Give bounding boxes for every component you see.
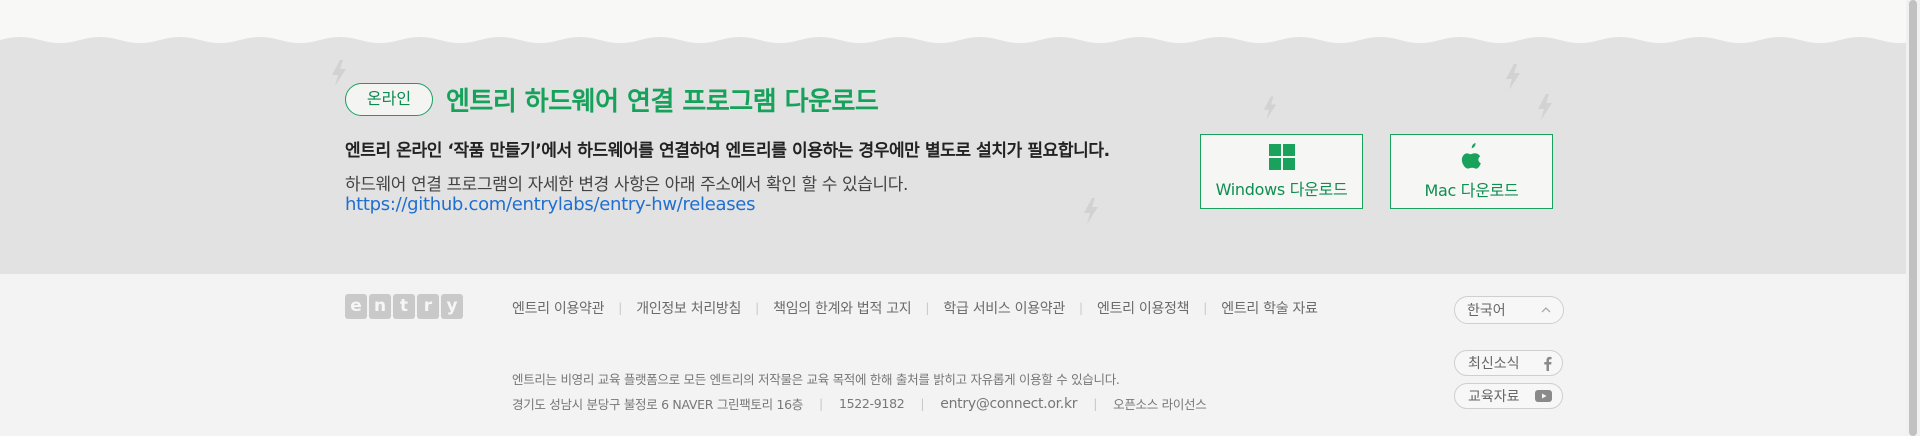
- chevron-up-icon: [1541, 307, 1551, 313]
- online-badge: 온라인: [345, 83, 433, 116]
- lightning-bolt-icon: [1263, 96, 1277, 120]
- footer-link-policy[interactable]: 엔트리 이용정책: [1097, 298, 1190, 318]
- copyright-text: 엔트리는 비영리 교육 플랫폼으로 모든 엔트리의 저작물은 교육 목적에 한해…: [512, 372, 1120, 387]
- edu-label: 교육자료: [1468, 389, 1520, 405]
- info-separator: |: [1093, 396, 1098, 411]
- footer-link-research[interactable]: 엔트리 학술 자료: [1221, 298, 1318, 318]
- edu-materials-button[interactable]: 교육자료: [1454, 383, 1563, 409]
- hardware-title: 엔트리 하드웨어 연결 프로그램 다운로드: [446, 87, 879, 117]
- footer: e n t r y 엔트리 이용약관 | 개인정보 처리방침 | 책임의 한계와…: [0, 274, 1906, 436]
- logo-letter: t: [393, 294, 415, 319]
- link-separator: |: [618, 301, 623, 315]
- info-separator: |: [920, 396, 925, 411]
- hardware-download-section: 온라인 엔트리 하드웨어 연결 프로그램 다운로드 엔트리 온라인 ‘작품 만들…: [0, 44, 1906, 274]
- footer-link-disclaimer[interactable]: 책임의 한계와 법적 고지: [773, 298, 912, 318]
- info-separator: |: [819, 396, 823, 411]
- lightning-bolt-icon: [1084, 198, 1098, 224]
- opensource-license-link[interactable]: 오픈소스 라이선스: [1113, 394, 1207, 413]
- news-label: 최신소식: [1468, 356, 1520, 372]
- link-separator: |: [1078, 301, 1083, 315]
- logo-letter: y: [441, 294, 463, 319]
- scrollbar[interactable]: [1906, 0, 1920, 436]
- mac-download-button[interactable]: Mac 다운로드: [1390, 134, 1553, 209]
- footer-links: 엔트리 이용약관 | 개인정보 처리방침 | 책임의 한계와 법적 고지 | 학…: [512, 298, 1318, 318]
- logo-letter: n: [369, 294, 391, 319]
- news-button[interactable]: 최신소식: [1454, 350, 1563, 376]
- apple-icon: [1461, 142, 1481, 169]
- youtube-icon: [1535, 390, 1552, 402]
- scrollbar-thumb[interactable]: [1909, 0, 1917, 436]
- lightning-bolt-icon: [1538, 94, 1552, 120]
- logo-letter: r: [417, 294, 439, 319]
- contact-info: 경기도 성남시 분당구 불정로 6 NAVER 그린팩토리 16층 | 1522…: [512, 394, 1207, 413]
- mac-download-label: Mac 다운로드: [1424, 180, 1519, 200]
- language-select[interactable]: 한국어: [1454, 296, 1564, 324]
- hardware-description: 하드웨어 연결 프로그램의 자세한 변경 사항은 아래 주소에서 확인 할 수 …: [345, 175, 908, 195]
- github-releases-link[interactable]: https://github.com/entrylabs/entry-hw/re…: [345, 194, 755, 215]
- email-link[interactable]: entry@connect.or.kr: [940, 396, 1077, 412]
- link-separator: |: [925, 301, 930, 315]
- lightning-bolt-icon: [1506, 64, 1520, 90]
- lightning-bolt-icon: [332, 60, 346, 86]
- facebook-icon: [1544, 356, 1552, 371]
- windows-download-label: Windows 다운로드: [1215, 179, 1348, 199]
- footer-link-privacy[interactable]: 개인정보 처리방침: [636, 298, 741, 318]
- phone-text: 1522-9182: [838, 396, 905, 411]
- address-text: 경기도 성남시 분당구 불정로 6 NAVER 그린팩토리 16층: [512, 397, 804, 412]
- footer-link-terms[interactable]: 엔트리 이용약관: [512, 298, 605, 318]
- link-separator: |: [755, 301, 760, 315]
- footer-link-class-terms[interactable]: 학급 서비스 이용약관: [943, 298, 1065, 318]
- language-value: 한국어: [1467, 303, 1506, 319]
- entry-logo[interactable]: e n t r y: [345, 294, 463, 319]
- windows-icon: [1268, 143, 1295, 170]
- hardware-description-bold: 엔트리 온라인 ‘작품 만들기’에서 하드웨어를 연결하여 엔트리를 이용하는 …: [345, 141, 1110, 161]
- link-separator: |: [1203, 301, 1208, 315]
- logo-letter: e: [345, 294, 367, 319]
- windows-download-button[interactable]: Windows 다운로드: [1200, 134, 1363, 209]
